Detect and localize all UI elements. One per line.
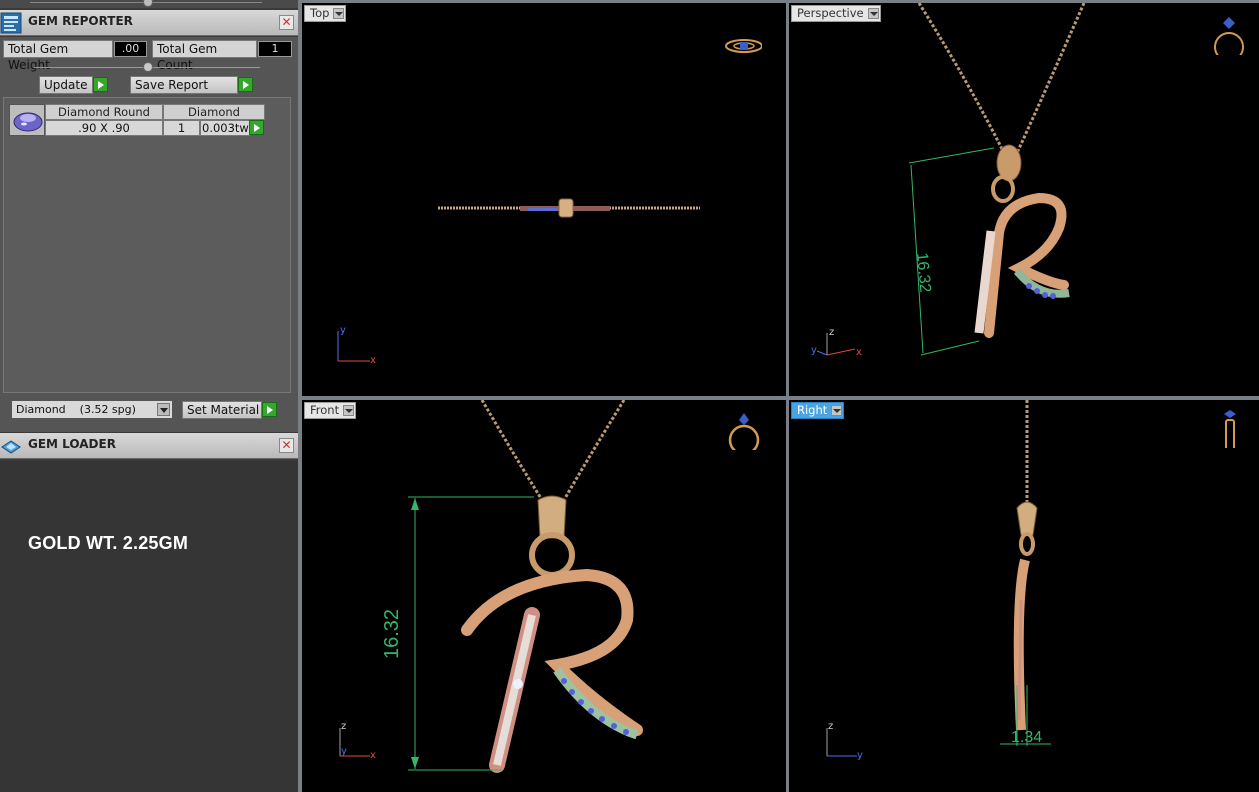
ring-view-cube-icon[interactable] xyxy=(1215,408,1255,448)
front-dimension: 16.32 xyxy=(381,609,403,659)
material-select-value: Diamond (3.52 spg) xyxy=(16,403,136,416)
chevron-down-icon[interactable] xyxy=(157,403,170,416)
reporter-splitter-knob[interactable] xyxy=(143,62,153,72)
total-gem-count-label: Total Gem Count xyxy=(152,40,257,72)
column-header-material: Diamond xyxy=(163,104,265,120)
gem-size-cell: .90 X .90 xyxy=(45,120,163,136)
gem-report-icon xyxy=(0,12,22,34)
gem-loader-title: GEM LOADER xyxy=(28,437,116,451)
axis-y-label: y xyxy=(340,325,346,336)
axis-gizmo-top: y x xyxy=(337,325,376,366)
update-go-icon[interactable] xyxy=(93,77,108,92)
axis-gizmo-right: z y xyxy=(826,721,863,761)
ring-view-cube-icon[interactable] xyxy=(1209,15,1249,55)
panel-splitter[interactable] xyxy=(0,0,298,8)
gem-reporter-title: GEM REPORTER xyxy=(28,14,133,28)
close-icon[interactable]: ✕ xyxy=(279,438,294,453)
gem-loader-header: GEM LOADER ✕ xyxy=(0,433,298,459)
axis-z-label: z xyxy=(341,721,346,732)
left-panel: GEM REPORTER ✕ Total Gem Weight .00 Tota… xyxy=(0,0,298,792)
column-header-shape: Diamond Round xyxy=(45,104,163,120)
axis-x-label: x xyxy=(370,355,376,366)
row-go-icon[interactable] xyxy=(249,120,264,135)
axis-y-label: y xyxy=(857,750,863,761)
update-button[interactable]: Update xyxy=(39,76,93,94)
save-report-button[interactable]: Save Report xyxy=(130,76,238,94)
total-gem-count-value: 1 xyxy=(258,41,292,57)
viewport-perspective[interactable]: Perspective 16.32 z y x xyxy=(789,3,1259,396)
viewport-area: Top y x Perspective 16.32 z y x Front 16… xyxy=(298,0,1259,792)
gem-count-cell: 1 xyxy=(163,120,200,136)
ring-view-cube-icon[interactable] xyxy=(722,31,762,71)
gem-reporter-body: Total Gem Weight .00 Total Gem Count 1 U… xyxy=(0,37,298,432)
splitter-knob[interactable] xyxy=(143,0,153,7)
close-icon[interactable]: ✕ xyxy=(279,15,294,30)
ring-view-cube-icon[interactable] xyxy=(724,410,764,450)
total-gem-weight-value: .00 xyxy=(114,41,147,57)
perspective-dimension: 16.32 xyxy=(913,252,933,293)
axis-x-label: x xyxy=(370,750,376,761)
viewport-top[interactable]: Top y x xyxy=(302,3,786,396)
gem-reporter-header: GEM REPORTER ✕ xyxy=(0,10,298,36)
gem-loader-icon xyxy=(0,435,22,457)
gem-list: Diamond Round Diamond .90 X .90 1 0.003t… xyxy=(3,97,291,393)
axis-x-label: x xyxy=(856,347,862,358)
right-dimension: 1.34 xyxy=(1011,729,1042,746)
material-select[interactable]: Diamond (3.52 spg) xyxy=(11,400,173,419)
axis-z-label: z xyxy=(829,327,834,338)
axis-y-label: y xyxy=(811,345,817,356)
set-material-go-icon[interactable] xyxy=(262,402,277,417)
gem-loader-body: GOLD WT. 2.25GM xyxy=(0,461,298,792)
total-gem-weight-label: Total Gem Weight xyxy=(3,40,113,72)
axis-gizmo-perspective: z y x xyxy=(811,327,862,358)
axis-gizmo-front: z y x xyxy=(339,721,376,761)
viewport-right[interactable]: Right 1.34 z y xyxy=(789,400,1259,792)
gem-weight-cell: 0.003tw xyxy=(200,120,250,136)
save-report-go-icon[interactable] xyxy=(238,77,253,92)
axis-y-label: y xyxy=(341,746,347,757)
diamond-round-icon[interactable] xyxy=(9,104,45,136)
set-material-button[interactable]: Set Material xyxy=(182,401,262,419)
viewport-front[interactable]: Front 16.32 z y x xyxy=(302,400,786,792)
gold-weight-note: GOLD WT. 2.25GM xyxy=(28,533,189,553)
axis-z-label: z xyxy=(828,721,833,732)
